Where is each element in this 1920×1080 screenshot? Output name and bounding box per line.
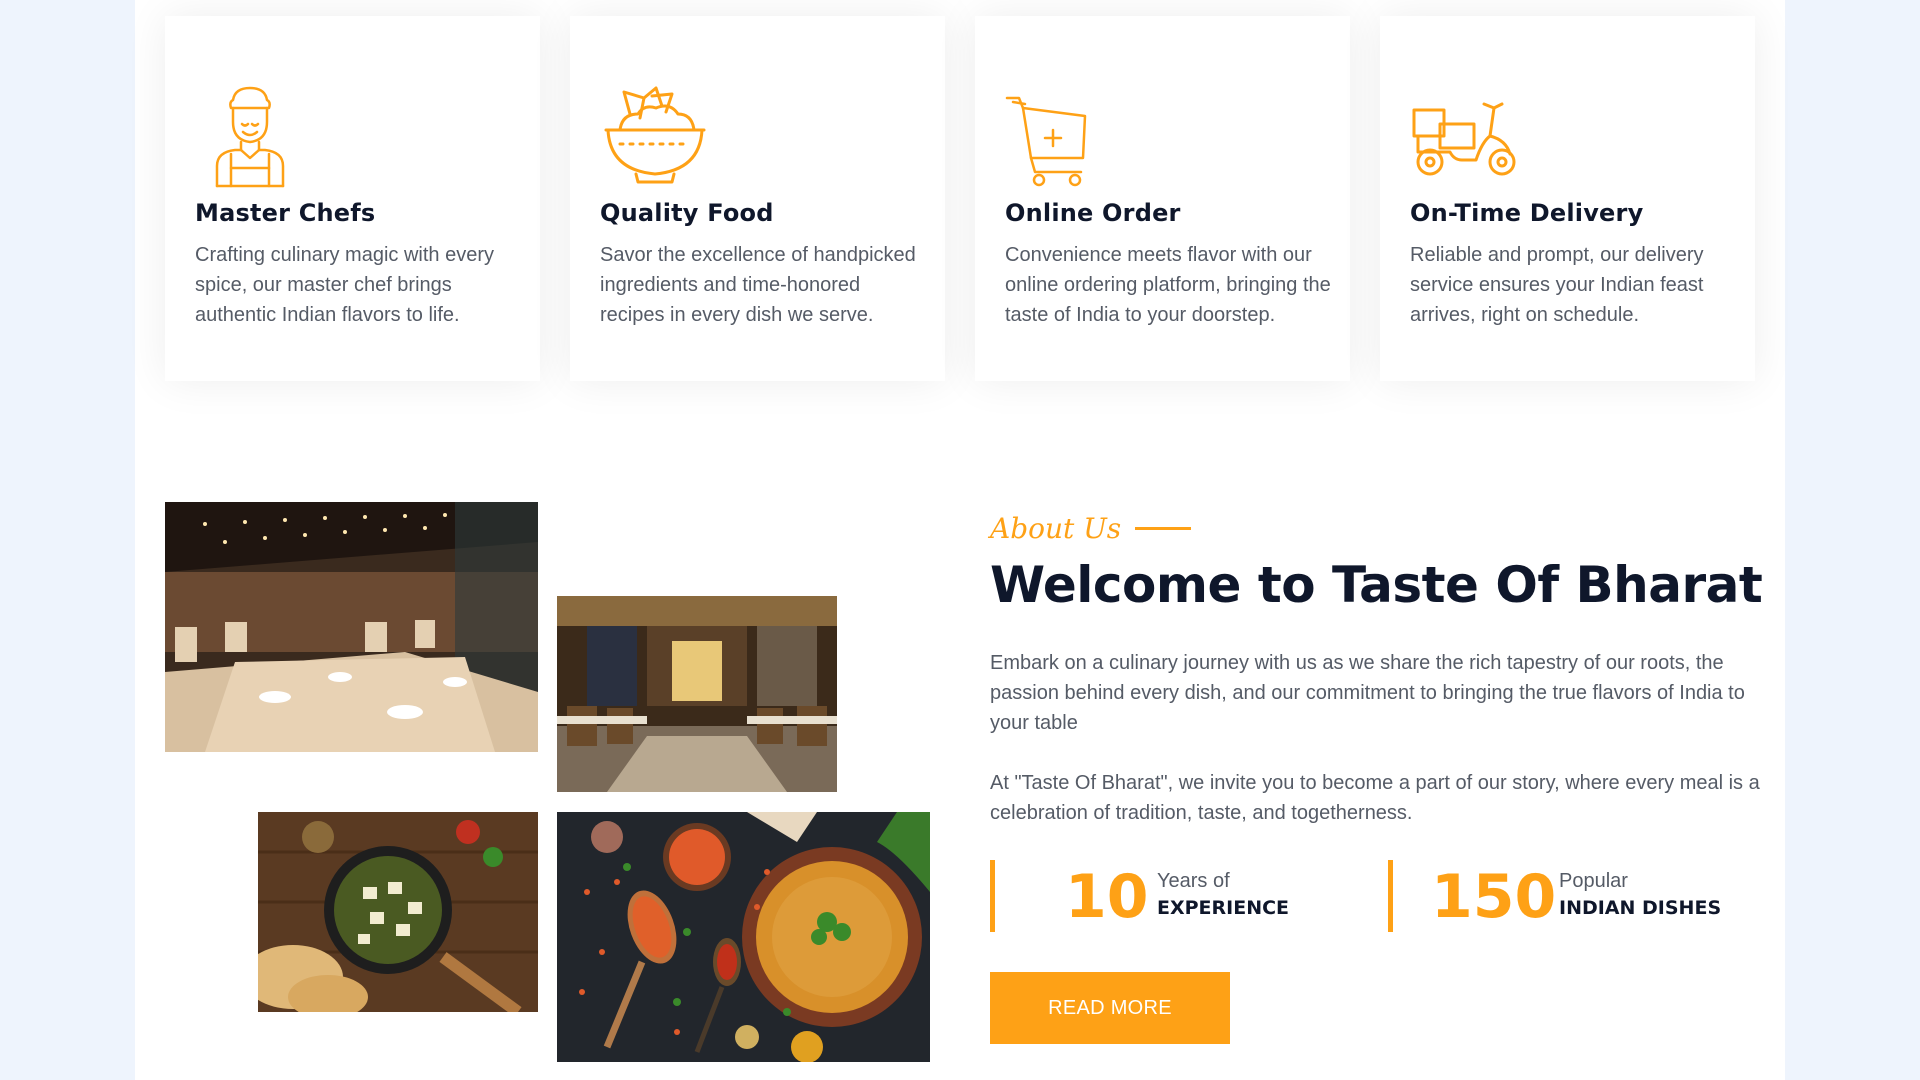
dal-spices-photo	[557, 812, 930, 1062]
stat-number: 150	[1431, 862, 1557, 932]
about-paragraph-2: At "Taste Of Bharat", we invite you to b…	[990, 772, 1760, 824]
service-card-on-time-delivery: On-Time Delivery Reliable and prompt, ou…	[1380, 16, 1755, 381]
stat-label-top: Popular	[1559, 870, 1628, 892]
service-card-master-chefs: Master Chefs Crafting culinary magic wit…	[165, 16, 540, 381]
stat-label-bottom: INDIAN DISHES	[1559, 897, 1722, 919]
stat-label-bottom: EXPERIENCE	[1157, 897, 1290, 919]
tag-divider-line	[1135, 527, 1192, 530]
about-tag-label: About Us	[990, 512, 1122, 545]
stat-label-top: Years of	[1157, 870, 1230, 892]
about-title: Welcome to Taste Of Bharat	[990, 556, 1763, 614]
restaurant-dining-photo	[165, 502, 538, 752]
stat-experience: 10 Years of EXPERIENCE	[990, 860, 1290, 932]
delivery-scooter-icon	[1410, 96, 1520, 206]
service-card-quality-food: Quality Food Savor the excellence of han…	[570, 16, 945, 381]
service-description: Convenience meets flavor with our online…	[1005, 244, 1331, 326]
about-section-tag: About Us	[990, 512, 1192, 545]
service-title: On-Time Delivery	[1410, 199, 1644, 227]
service-description: Savor the excellence of handpicked ingre…	[600, 244, 916, 326]
palak-paneer-photo	[258, 812, 538, 1012]
shopping-cart-icon	[1005, 94, 1115, 204]
read-more-button[interactable]: READ MORE	[990, 972, 1230, 1044]
stat-number: 10	[1065, 862, 1149, 932]
service-cards: Master Chefs Crafting culinary magic wit…	[165, 16, 1755, 381]
service-title: Quality Food	[600, 199, 774, 227]
about-paragraph-1: Embark on a culinary journey with us as …	[990, 652, 1745, 734]
service-card-online-order: Online Order Convenience meets flavor wi…	[975, 16, 1350, 381]
service-description: Crafting culinary magic with every spice…	[195, 244, 494, 326]
stat-dishes: 150 Popular INDIAN DISHES	[1388, 860, 1728, 932]
service-title: Master Chefs	[195, 199, 376, 227]
page-container: Master Chefs Crafting culinary magic wit…	[135, 0, 1785, 1080]
restaurant-interior-photo	[557, 596, 837, 792]
service-description: Reliable and prompt, our delivery servic…	[1410, 244, 1704, 326]
chef-icon	[195, 82, 305, 192]
service-title: Online Order	[1005, 199, 1181, 227]
food-bowl-icon	[600, 84, 710, 194]
